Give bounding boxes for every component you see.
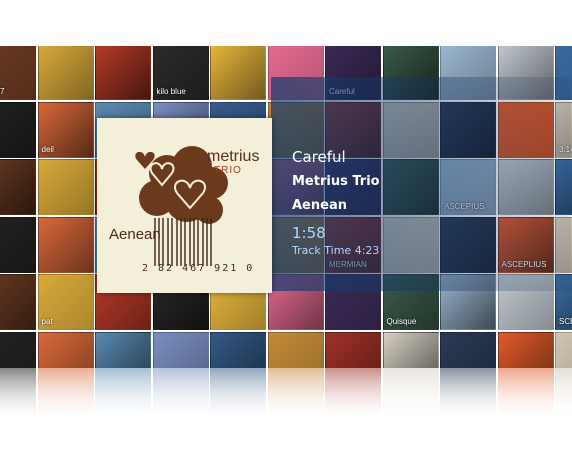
cover-trio-text: TRIO [214, 165, 242, 176]
cover-album-text: Aenean [109, 226, 161, 243]
song-title: Careful [292, 148, 346, 166]
wall-reflection [0, 368, 572, 428]
album-tile[interactable] [0, 331, 36, 368]
artist-name: Metrius Trio [292, 174, 380, 189]
cover-artist-text: metrius [207, 148, 260, 165]
album-tile[interactable]: deil [37, 101, 94, 158]
album-name: Aenean [292, 198, 347, 213]
album-tile[interactable] [95, 46, 151, 100]
album-tile[interactable] [382, 331, 439, 368]
album-tile-label: pat [41, 317, 53, 326]
album-tile[interactable] [37, 216, 94, 273]
album-tile-label: kilo blue [156, 87, 186, 96]
album-tile[interactable]: 9A 07 [0, 46, 36, 100]
album-tile-label: deil [41, 144, 54, 154]
album-tile[interactable] [555, 331, 572, 368]
album-tile[interactable] [325, 331, 381, 368]
album-tile[interactable] [37, 331, 94, 368]
album-tile[interactable]: pat [37, 274, 94, 330]
album-tile[interactable] [0, 101, 36, 158]
reflection-fade [0, 368, 572, 428]
album-tile[interactable] [37, 46, 94, 100]
album-tile[interactable]: ETIAM [267, 331, 324, 368]
album-tile[interactable] [152, 331, 209, 368]
album-tile[interactable] [0, 159, 36, 215]
album-tile[interactable] [497, 331, 554, 368]
track-time: Track Time 4:23 [292, 244, 380, 257]
album-tile[interactable]: Quisque [440, 331, 496, 368]
album-tile[interactable] [210, 46, 266, 100]
album-tile-label: 9A 07 [0, 87, 5, 96]
album-tile[interactable] [0, 274, 36, 330]
album-cover[interactable]: metrius TRIO Aenean 2 82 467 921 0 [97, 118, 272, 293]
album-tile[interactable] [210, 331, 266, 368]
cover-barcode-text: 2 82 467 921 0 [142, 263, 255, 274]
elapsed-time: 1:58 [292, 224, 326, 242]
album-tile[interactable]: kilo blue [152, 46, 209, 100]
album-tile[interactable]: Sed [0, 216, 36, 273]
album-tile[interactable] [37, 159, 94, 215]
album-tile-label: SCEPGII [559, 317, 572, 326]
album-tile-label: Quisque [386, 317, 417, 326]
album-tile[interactable]: 4/5 [95, 331, 151, 368]
